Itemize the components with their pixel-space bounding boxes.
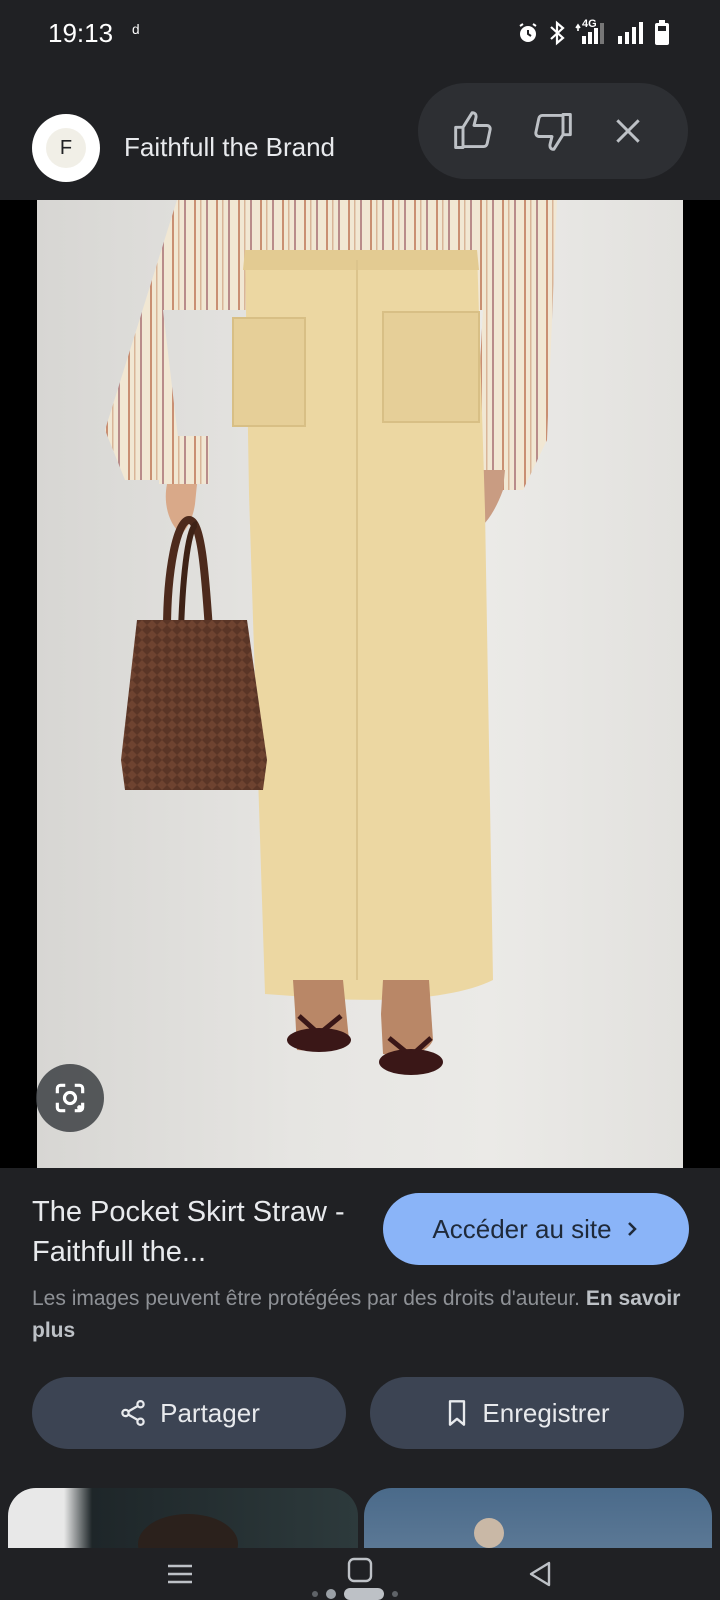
save-button[interactable]: Enregistrer [370,1377,684,1449]
bookmark-icon [449,1400,466,1426]
indicator-dot [392,1591,398,1597]
system-nav-bar [0,1548,720,1600]
result-header: F Faithfull the Brand [0,80,720,200]
copyright-notice: Les images peuvent être protégées par de… [32,1283,697,1347]
status-time: 19:13 [48,18,114,48]
bluetooth-icon [550,20,565,46]
back-button[interactable] [520,1554,560,1594]
status-bar: 19:13 ᵈ 4G [0,0,720,68]
back-icon [529,1561,551,1587]
related-card[interactable] [364,1488,712,1548]
brand-avatar-letter: F [46,128,86,168]
share-button[interactable]: Partager [32,1377,346,1449]
google-lens-icon [55,1083,85,1113]
thumbs-down-icon [534,113,572,151]
notification-icon: ᵈ [132,22,140,44]
result-info: The Pocket Skirt Straw - Faithfull the..… [0,1168,720,1468]
close-button[interactable] [604,107,652,155]
home-button[interactable] [340,1550,380,1590]
brand-name[interactable]: Faithfull the Brand [124,132,335,163]
recent-apps-button[interactable] [160,1554,200,1594]
alarm-icon [519,23,537,42]
save-label: Enregistrer [482,1397,610,1428]
product-photo-illustration [105,200,557,1075]
related-card[interactable] [8,1488,358,1548]
related-card-thumbnail [474,1518,504,1548]
indicator-active [344,1588,384,1600]
brand-avatar[interactable]: F [32,114,100,182]
indicator-dot [326,1589,336,1599]
close-icon [616,119,640,143]
signal-icon [618,22,643,44]
thumbs-up-button[interactable] [450,107,498,155]
thumbs-up-icon [454,111,492,149]
status-icons: 4G [516,18,670,46]
image-viewer [0,200,720,1168]
battery-icon [655,20,669,45]
4g-signal-icon: 4G [574,18,608,46]
google-lens-button[interactable] [36,1064,104,1132]
related-card-thumbnail [138,1514,238,1548]
recent-apps-icon [168,1564,192,1584]
product-image[interactable] [37,200,683,1168]
share-icon [121,1400,145,1426]
feedback-actions [418,83,688,179]
page-indicator [312,1588,398,1600]
copyright-text: Les images peuvent être protégées par de… [32,1287,581,1310]
visit-site-button[interactable]: Accéder au site [383,1193,689,1265]
chevron-right-icon [627,1222,637,1236]
share-label: Partager [160,1397,260,1428]
thumbs-down-button[interactable] [528,107,576,155]
home-icon [347,1557,373,1583]
related-results [0,1488,720,1548]
result-title[interactable]: The Pocket Skirt Straw - Faithfull the..… [32,1192,362,1272]
indicator-dot [312,1591,318,1597]
visit-site-label: Accéder au site [432,1213,612,1244]
